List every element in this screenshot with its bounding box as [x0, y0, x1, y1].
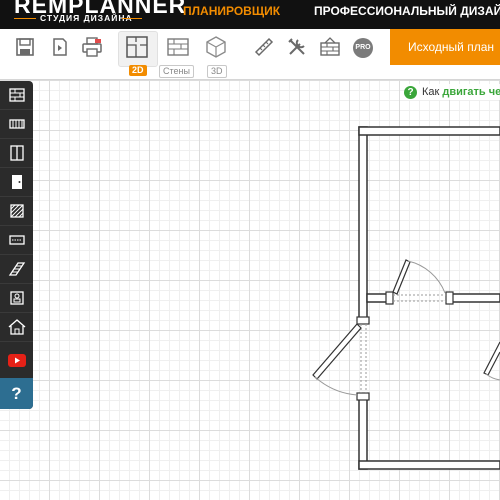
tools-icon [288, 38, 305, 55]
wall-inner-left [366, 293, 389, 303]
brick-wall-icon [8, 88, 25, 102]
help-circle-icon: ? [404, 85, 417, 99]
tool-furniture[interactable] [0, 284, 33, 313]
top-bar: REMPLANNER СТУДИЯ ДИЗАЙНА ПЛАНИРОВЩИК ПР… [0, 0, 500, 29]
plan-2d-icon [126, 36, 148, 58]
door-leaf [312, 323, 362, 380]
furniture-icon [9, 291, 24, 305]
walls-icon [167, 38, 189, 56]
tab-walls[interactable]: Стены [159, 65, 194, 78]
toolbar: 2D Стены 3D PRO Исходный план [0, 29, 500, 80]
railing-icon [8, 119, 25, 129]
logo-line-left [14, 18, 36, 19]
save-button[interactable] [13, 35, 37, 59]
tab-2d[interactable]: 2D [129, 65, 147, 76]
hint-link[interactable]: двигать че [442, 86, 500, 98]
plan-2d-icon-wrap [125, 35, 149, 59]
tool-house[interactable] [0, 313, 33, 342]
import-button[interactable] [48, 35, 72, 59]
ruler-icon [254, 37, 274, 57]
wall-top [358, 126, 500, 136]
youtube-icon [7, 353, 26, 367]
tool-stairs[interactable] [0, 255, 33, 284]
tool-door[interactable] [0, 168, 33, 197]
import-icon [53, 38, 67, 56]
source-plan-button[interactable]: Исходный план [390, 29, 500, 65]
help-button[interactable]: ? [0, 378, 33, 409]
house-icon [8, 319, 25, 335]
tool-railing[interactable] [0, 110, 33, 139]
print-icon [82, 37, 102, 57]
stairs-icon [8, 262, 25, 276]
tool-floor[interactable] [0, 197, 33, 226]
print-button[interactable] [80, 35, 104, 59]
door-jamb [385, 291, 394, 305]
save-icon [16, 38, 34, 56]
door-icon [11, 175, 22, 189]
measure-button[interactable] [252, 35, 276, 59]
hint-text: Как [422, 86, 440, 98]
logo-line-right [122, 18, 142, 19]
tool-door-panel[interactable] [0, 139, 33, 168]
tools-button[interactable] [285, 35, 309, 59]
nav-planner[interactable]: ПЛАНИРОВЩИК [183, 4, 280, 18]
wall-render-icon [320, 37, 340, 56]
tab-3d[interactable]: 3D [207, 65, 227, 78]
door-jamb [356, 392, 370, 401]
wall-render-button[interactable] [318, 35, 342, 59]
hint-bar: ? Как двигать че [404, 84, 500, 100]
view-3d-button[interactable] [204, 35, 228, 59]
logo[interactable]: REMPLANNER СТУДИЯ ДИЗАЙНА [14, 0, 185, 29]
wall-left-lower [358, 397, 368, 470]
view-3d-icon [206, 36, 226, 58]
nav-pro-design[interactable]: ПРОФЕССИОНАЛЬНЫЙ ДИЗАЙН [314, 4, 500, 18]
door-leaf [392, 259, 411, 295]
floor-plan[interactable] [0, 80, 500, 500]
wall-left-upper [358, 126, 368, 320]
wall-inner-right [447, 293, 500, 303]
door-jamb [356, 316, 370, 325]
tool-radiator[interactable] [0, 226, 33, 255]
logo-subtitle: СТУДИЯ ДИЗАЙНА [40, 13, 133, 23]
left-tool-panel: ? [0, 81, 33, 409]
door-jamb [445, 291, 454, 305]
door-panel-icon [9, 145, 24, 161]
floor-texture-icon [9, 204, 24, 218]
tool-youtube[interactable] [0, 342, 33, 378]
radiator-icon [8, 235, 25, 245]
tool-brick-wall[interactable] [0, 81, 33, 110]
pro-badge[interactable]: PRO [353, 38, 373, 58]
walls-button[interactable] [166, 35, 190, 59]
wall-bottom [358, 460, 500, 470]
